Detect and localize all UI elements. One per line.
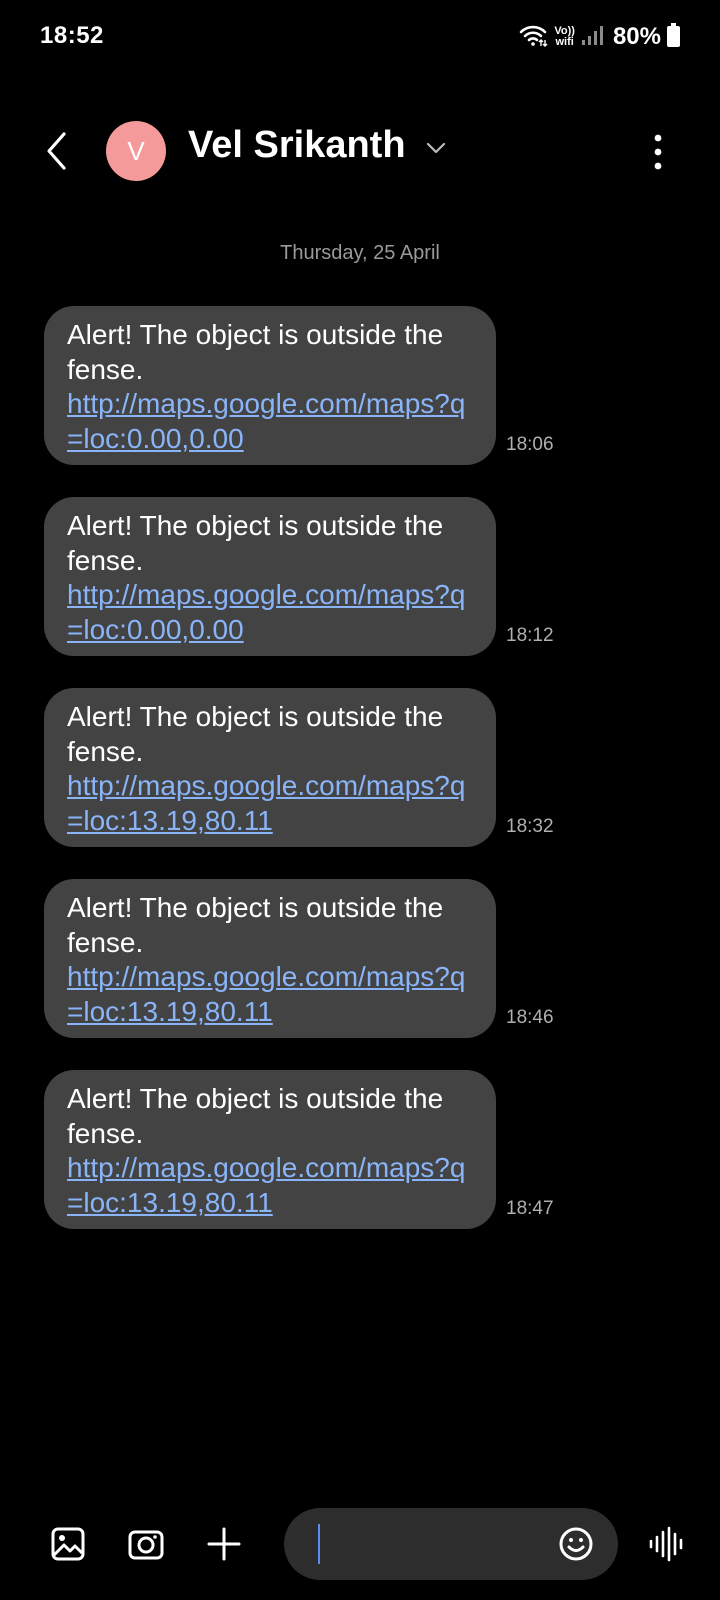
message-time: 18:46 xyxy=(506,1007,554,1028)
voice-icon xyxy=(649,1526,683,1562)
message-text: Alert! The object is outside the fense. xyxy=(67,892,444,958)
voice-input-button[interactable] xyxy=(644,1522,688,1566)
message-row: Alert! The object is outside the fense. … xyxy=(0,306,720,465)
back-button[interactable] xyxy=(38,128,78,174)
back-arrow-icon xyxy=(47,132,66,170)
more-vertical-icon xyxy=(654,134,662,170)
plus-icon xyxy=(207,1527,241,1561)
battery-percent: 80% xyxy=(612,23,661,50)
message-text: Alert! The object is outside the fense. xyxy=(67,1083,444,1149)
status-icons: Vo)) wifi 80% xyxy=(518,20,680,54)
status-time: 18:52 xyxy=(40,22,104,49)
message-text: Alert! The object is outside the fense. xyxy=(67,701,444,767)
message-row: Alert! The object is outside the fense. … xyxy=(0,497,720,656)
message-link[interactable]: http://maps.google.com/maps?q=loc:0.00,0… xyxy=(67,387,476,456)
message-bubble[interactable]: Alert! The object is outside the fense. … xyxy=(44,497,496,656)
message-link[interactable]: http://maps.google.com/maps?q=loc:0.00,0… xyxy=(67,578,476,647)
message-row: Alert! The object is outside the fense. … xyxy=(0,1070,720,1229)
emoji-icon xyxy=(559,1527,593,1561)
text-cursor xyxy=(318,1524,320,1564)
message-bubble[interactable]: Alert! The object is outside the fense. … xyxy=(44,306,496,465)
message-time: 18:06 xyxy=(506,434,554,455)
camera-button[interactable] xyxy=(126,1524,166,1564)
message-list[interactable]: Alert! The object is outside the fense. … xyxy=(0,306,720,1261)
more-options-button[interactable] xyxy=(646,132,670,172)
contact-name-button[interactable]: Vel Srikanth xyxy=(188,124,446,167)
message-time: 18:47 xyxy=(506,1198,554,1219)
message-text: Alert! The object is outside the fense. xyxy=(67,510,444,576)
message-link[interactable]: http://maps.google.com/maps?q=loc:13.19,… xyxy=(67,960,476,1029)
date-separator: Thursday, 25 April xyxy=(280,242,440,264)
add-attachment-button[interactable] xyxy=(204,1524,244,1564)
message-bubble[interactable]: Alert! The object is outside the fense. … xyxy=(44,879,496,1038)
message-bubble[interactable]: Alert! The object is outside the fense. … xyxy=(44,688,496,847)
conversation-header: V Vel Srikanth xyxy=(0,110,720,190)
contact-avatar[interactable]: V xyxy=(106,121,166,181)
chevron-down-icon xyxy=(426,142,445,153)
camera-icon xyxy=(128,1530,164,1560)
message-input[interactable] xyxy=(310,1524,540,1564)
message-input-field[interactable] xyxy=(284,1508,618,1580)
message-row: Alert! The object is outside the fense. … xyxy=(0,879,720,1038)
gallery-button[interactable] xyxy=(48,1524,88,1564)
gallery-icon xyxy=(51,1527,85,1561)
composer-bar xyxy=(0,1508,720,1584)
emoji-button[interactable] xyxy=(556,1524,596,1564)
message-text: Alert! The object is outside the fense. xyxy=(67,319,444,385)
vowifi-indicator: Vo)) wifi xyxy=(554,25,575,48)
message-row: Alert! The object is outside the fense. … xyxy=(0,688,720,847)
wifi-icon xyxy=(518,23,548,52)
message-bubble[interactable]: Alert! The object is outside the fense. … xyxy=(44,1070,496,1229)
message-time: 18:32 xyxy=(506,816,554,837)
message-link[interactable]: http://maps.google.com/maps?q=loc:13.19,… xyxy=(67,1151,476,1220)
contact-name: Vel Srikanth xyxy=(188,124,406,166)
signal-icon xyxy=(581,24,603,51)
status-bar: 18:52 Vo)) wifi 80% xyxy=(0,0,720,72)
battery-icon xyxy=(667,22,680,52)
message-time: 18:12 xyxy=(506,625,554,646)
message-link[interactable]: http://maps.google.com/maps?q=loc:13.19,… xyxy=(67,769,476,838)
